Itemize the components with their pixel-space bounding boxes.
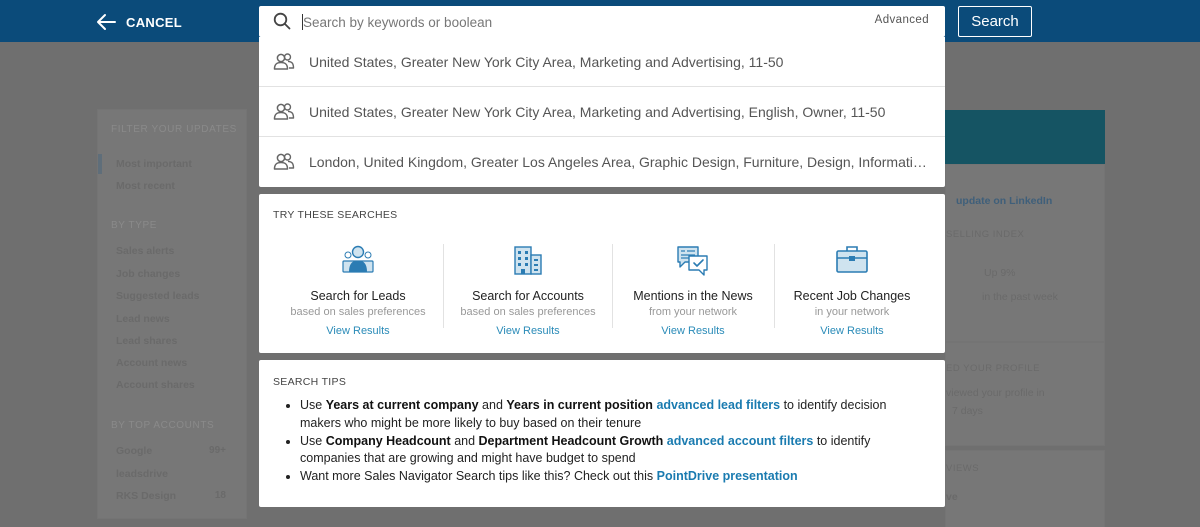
- building-icon: [514, 246, 542, 275]
- tip-item: Use Company Headcount and Department Hea…: [300, 433, 930, 468]
- suggestion-item[interactable]: United States, Greater New York City Are…: [259, 37, 945, 87]
- filter-item: Most important: [116, 158, 192, 170]
- account-item: RKS Design: [116, 490, 177, 502]
- filter-item: Lead news: [116, 313, 170, 325]
- advanced-lead-filters-link[interactable]: advanced lead filters: [656, 398, 780, 412]
- tip-text: and: [478, 398, 507, 412]
- background-viewers-card: ED YOUR PROFILE viewed your profile in 7…: [945, 342, 1105, 446]
- top-search-bar: CANCEL Advanced Search: [0, 0, 1200, 42]
- ssi-label: SELLING INDEX: [946, 229, 1025, 240]
- people-icon: [273, 153, 295, 170]
- briefcase-icon: [836, 246, 868, 273]
- view-results-link[interactable]: View Results: [615, 325, 771, 337]
- filter-item: Job changes: [116, 268, 181, 280]
- tip-emphasis: Company Headcount: [325, 433, 451, 448]
- search-card-leads[interactable]: Search for Leads based on sales preferen…: [279, 244, 437, 344]
- filter-item: Sales alerts: [116, 245, 175, 257]
- suggestion-item[interactable]: United States, Greater New York City Are…: [259, 87, 945, 137]
- suggestion-text: London, United Kingdom, Greater Los Ange…: [309, 154, 927, 170]
- tip-text: Use: [300, 433, 326, 448]
- card-subtitle: from your network: [648, 306, 738, 318]
- search-input[interactable]: [303, 10, 863, 34]
- suggestion-text: United States, Greater New York City Are…: [309, 54, 784, 70]
- card-title: Recent Job Changes: [793, 289, 911, 303]
- tip-emphasis: Years at current company: [325, 398, 479, 412]
- divider: [443, 244, 444, 328]
- search-tips-panel: SEARCH TIPS Use Years at current company…: [259, 360, 945, 507]
- suggestion-item[interactable]: London, United Kingdom, Greater Los Ange…: [259, 137, 945, 187]
- background-right-column: update on LinkedIn SELLING INDEX Up 9% i…: [945, 110, 1105, 527]
- recent-searches-dropdown: United States, Greater New York City Are…: [259, 37, 945, 187]
- selected-marker: [98, 154, 102, 174]
- advanced-search-link[interactable]: Advanced: [875, 14, 929, 26]
- filter-item: Lead shares: [116, 335, 178, 347]
- cancel-button[interactable]: CANCEL: [96, 11, 182, 33]
- search-icon: [273, 12, 291, 30]
- viewed-line: 7 days: [952, 405, 983, 417]
- view-results-link[interactable]: View Results: [774, 325, 930, 337]
- advanced-account-filters-link[interactable]: advanced account filters: [667, 434, 814, 448]
- card-subtitle: based on sales preferences: [460, 306, 596, 318]
- filter-item: Account news: [116, 357, 188, 369]
- account-item: Google: [116, 445, 153, 457]
- background-filter-panel: FILTER YOUR UPDATES Most important Most …: [97, 109, 247, 519]
- people-icon: [273, 53, 295, 70]
- tip-item: Want more Sales Navigator Search tips li…: [300, 468, 930, 486]
- card-title: Search for Accounts: [472, 289, 584, 303]
- pointdrive-presentation-link[interactable]: PointDrive presentation: [657, 469, 798, 483]
- by-accounts-header: BY TOP ACCOUNTS: [111, 420, 215, 431]
- filter-item: Account shares: [116, 379, 195, 391]
- tip-emphasis: Years in current position: [506, 398, 653, 412]
- search-card-job-changes[interactable]: Recent Job Changes in your network View …: [774, 244, 930, 344]
- background-views-card: VIEWS ve: [945, 450, 1105, 527]
- cancel-label: CANCEL: [126, 14, 182, 30]
- people-icon: [273, 103, 295, 120]
- card-subtitle: in your network: [814, 306, 890, 318]
- view-results-link[interactable]: View Results: [449, 325, 607, 337]
- views-label: VIEWS: [946, 463, 980, 474]
- share-update-link: update on LinkedIn: [956, 195, 1053, 207]
- view-results-link[interactable]: View Results: [279, 325, 437, 337]
- ssi-period: in the past week: [982, 291, 1058, 303]
- filter-item: Most recent: [116, 180, 175, 192]
- tip-text: Use: [300, 398, 326, 412]
- search-box[interactable]: Advanced: [259, 6, 945, 37]
- tip-text: Want more Sales Navigator Search tips li…: [300, 469, 657, 483]
- viewed-line: viewed your profile in: [946, 387, 1045, 399]
- account-item: leadsdrive: [116, 468, 168, 480]
- search-button[interactable]: Search: [958, 6, 1032, 37]
- divider: [612, 244, 613, 328]
- card-title: Search for Leads: [310, 289, 406, 303]
- search-card-accounts[interactable]: Search for Accounts based on sales prefe…: [449, 244, 607, 344]
- viewed-title: ED YOUR PROFILE: [946, 363, 1040, 374]
- tip-item: Use Years at current company and Years i…: [300, 397, 930, 432]
- lead-person-icon: [342, 245, 374, 273]
- account-count: 18: [214, 490, 226, 501]
- tip-emphasis: Department Headcount Growth: [478, 433, 664, 448]
- filter-header: FILTER YOUR UPDATES: [111, 124, 237, 135]
- try-these-searches-panel: TRY THESE SEARCHES Search for Leads base…: [259, 194, 945, 353]
- card-subtitle: based on sales preferences: [290, 306, 426, 318]
- tip-text: and: [450, 433, 479, 448]
- by-type-header: BY TYPE: [111, 220, 158, 231]
- account-count: 99+: [209, 445, 226, 456]
- ssi-change: Up 9%: [984, 267, 1016, 279]
- arrow-left-icon: [97, 14, 116, 30]
- background-banner: [945, 110, 1105, 164]
- section-title: TRY THESE SEARCHES: [273, 209, 398, 221]
- suggestion-text: United States, Greater New York City Are…: [309, 104, 886, 120]
- card-title: Mentions in the News: [633, 289, 753, 303]
- search-card-news[interactable]: Mentions in the News from your network V…: [615, 244, 771, 344]
- background-ssi-card: update on LinkedIn SELLING INDEX Up 9% i…: [945, 164, 1105, 342]
- news-chat-icon: [677, 246, 708, 276]
- section-title: SEARCH TIPS: [273, 376, 347, 388]
- views-value: ve: [946, 491, 958, 503]
- filter-item: Suggested leads: [116, 290, 200, 302]
- tips-list: Use Years at current company and Years i…: [300, 397, 930, 486]
